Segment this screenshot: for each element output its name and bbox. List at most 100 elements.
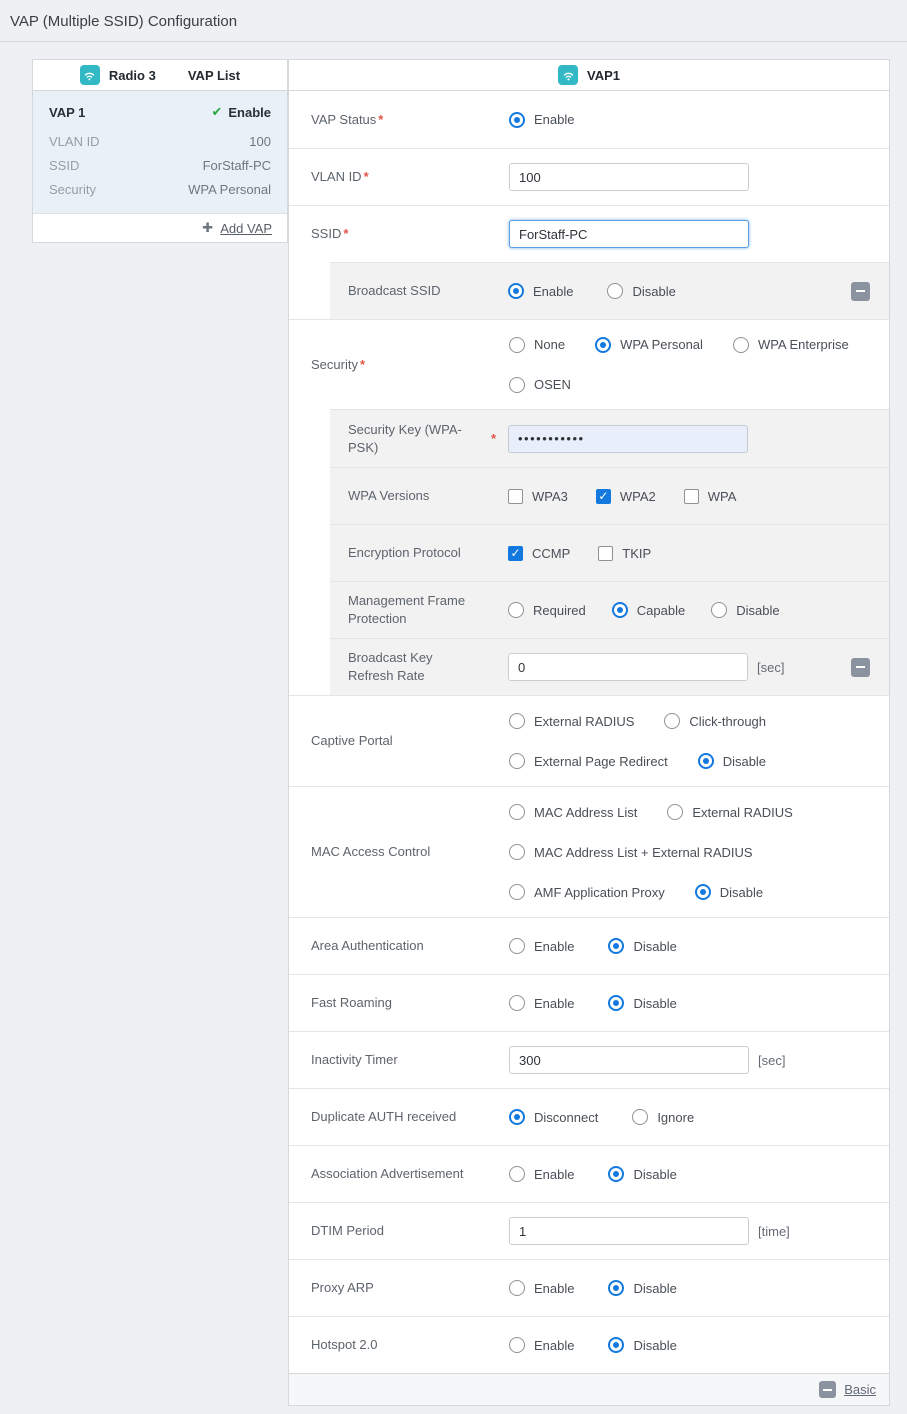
radio-option-disable[interactable]: Disable bbox=[607, 283, 675, 299]
radio-option-enable[interactable]: Enable bbox=[509, 938, 574, 954]
radio-unselected-icon bbox=[509, 1337, 525, 1353]
required-asterisk: * bbox=[343, 226, 348, 241]
required-asterisk: * bbox=[364, 169, 369, 184]
radio-option-required[interactable]: Required bbox=[508, 602, 586, 618]
radio-option-enable[interactable]: Enable bbox=[509, 1337, 574, 1353]
radio-selected-icon bbox=[608, 1166, 624, 1182]
row-association-advertisement: Association Advertisement Enable Disable bbox=[289, 1145, 889, 1202]
radio-unselected-icon bbox=[667, 804, 683, 820]
page-title-bar: VAP (Multiple SSID) Configuration bbox=[0, 0, 907, 41]
checkbox-option-tkip[interactable]: TKIP bbox=[598, 546, 651, 561]
row-vlan-id: VLAN ID* bbox=[289, 148, 889, 205]
radio-option-disable[interactable]: Disable bbox=[711, 602, 779, 618]
radio-selected-icon bbox=[608, 938, 624, 954]
vap-field-row: Security WPA Personal bbox=[49, 177, 271, 201]
radio-unselected-icon bbox=[509, 844, 525, 860]
radio-unselected-icon bbox=[607, 283, 623, 299]
radio-option-enable[interactable]: Enable bbox=[509, 1280, 574, 1296]
row-wpa-versions: WPA Versions WPA3 WPA2 WPA bbox=[289, 467, 889, 524]
radio-option-enable[interactable]: Enable bbox=[509, 1166, 574, 1182]
add-vap-link[interactable]: Add VAP bbox=[220, 221, 272, 236]
minus-icon bbox=[856, 666, 865, 668]
radio-option-disable[interactable]: Disable bbox=[608, 1166, 676, 1182]
broadcast-key-refresh-input[interactable] bbox=[508, 653, 748, 681]
radio-option-osen[interactable]: OSEN bbox=[509, 377, 571, 393]
required-asterisk: * bbox=[378, 112, 383, 127]
field-label: Duplicate AUTH received bbox=[289, 1108, 509, 1126]
collapse-button[interactable] bbox=[851, 282, 870, 301]
basic-link[interactable]: Basic bbox=[844, 1382, 876, 1397]
vlan-id-input[interactable] bbox=[509, 163, 749, 191]
field-label: VAP Status* bbox=[289, 111, 509, 129]
radio-option-disable[interactable]: Disable bbox=[608, 1337, 676, 1353]
radio-unselected-icon bbox=[509, 753, 525, 769]
checkbox-unchecked-icon bbox=[684, 489, 699, 504]
security-key-input[interactable] bbox=[508, 425, 748, 453]
radio-unselected-icon bbox=[509, 995, 525, 1011]
radio-option-mac-address-list[interactable]: MAC Address List bbox=[509, 804, 637, 820]
row-dtim-period: DTIM Period [time] bbox=[289, 1202, 889, 1259]
checkbox-option-wpa2[interactable]: WPA2 bbox=[596, 489, 656, 504]
unit-suffix: [time] bbox=[758, 1224, 790, 1239]
radio-unselected-icon bbox=[664, 713, 680, 729]
radio-option-disable[interactable]: Disable bbox=[695, 884, 763, 900]
radio-unselected-icon bbox=[509, 884, 525, 900]
radio-selected-icon bbox=[595, 337, 611, 353]
field-label: Fast Roaming bbox=[289, 994, 509, 1012]
radio-option-none[interactable]: None bbox=[509, 337, 565, 353]
inactivity-timer-input[interactable] bbox=[509, 1046, 749, 1074]
checkbox-option-ccmp[interactable]: CCMP bbox=[508, 546, 570, 561]
vap-status-text: Enable bbox=[228, 105, 271, 120]
radio-selected-icon bbox=[695, 884, 711, 900]
indent-spacer bbox=[289, 638, 330, 695]
radio-option-external-radius[interactable]: External RADIUS bbox=[667, 804, 792, 820]
row-broadcast-ssid: Broadcast SSID Enable Disable bbox=[289, 262, 889, 319]
row-captive-portal: Captive Portal External RADIUS Click-thr… bbox=[289, 695, 889, 786]
ssid-input[interactable] bbox=[509, 220, 749, 248]
radio-option-enable[interactable]: Enable bbox=[509, 112, 574, 128]
row-management-frame-protection: Management Frame Protection Required Cap… bbox=[289, 581, 889, 638]
field-label: Security Key (WPA-PSK) * bbox=[330, 421, 508, 456]
field-label: Security* bbox=[289, 356, 509, 374]
field-label: Inactivity Timer bbox=[289, 1051, 509, 1069]
radio-option-enable[interactable]: Enable bbox=[508, 283, 573, 299]
vap-field-row: SSID ForStaff-PC bbox=[49, 153, 271, 177]
radio-option-ignore[interactable]: Ignore bbox=[632, 1109, 694, 1125]
indent-spacer bbox=[289, 581, 330, 638]
row-security: Security* None WPA Personal WPA Enterpri… bbox=[289, 319, 889, 409]
vap-list-item[interactable]: VAP 1 ✔ Enable VLAN ID 100 SSID ForStaff… bbox=[33, 91, 287, 213]
radio-option-capable[interactable]: Capable bbox=[612, 602, 685, 618]
radio-option-disable[interactable]: Disable bbox=[608, 995, 676, 1011]
dtim-period-input[interactable] bbox=[509, 1217, 749, 1245]
radio-option-disconnect[interactable]: Disconnect bbox=[509, 1109, 598, 1125]
basic-collapse-button[interactable] bbox=[819, 1381, 836, 1398]
radio-option-click-through[interactable]: Click-through bbox=[664, 713, 766, 729]
row-security-key: Security Key (WPA-PSK) * bbox=[289, 409, 889, 467]
radio-option-enable[interactable]: Enable bbox=[509, 995, 574, 1011]
radio-option-wpa-enterprise[interactable]: WPA Enterprise bbox=[733, 337, 849, 353]
radio-option-disable[interactable]: Disable bbox=[608, 1280, 676, 1296]
field-label: Encryption Protocol bbox=[330, 544, 508, 562]
vap-name-row: VAP 1 ✔ Enable bbox=[49, 104, 271, 120]
radio-option-disable[interactable]: Disable bbox=[608, 938, 676, 954]
checkbox-option-wpa3[interactable]: WPA3 bbox=[508, 489, 568, 504]
collapse-button[interactable] bbox=[851, 658, 870, 677]
radio-option-external-radius[interactable]: External RADIUS bbox=[509, 713, 634, 729]
radio-option-disable[interactable]: Disable bbox=[698, 753, 766, 769]
row-vap-status: VAP Status* Enable bbox=[289, 91, 889, 148]
radio-option-mac-list-plus-radius[interactable]: MAC Address List + External RADIUS bbox=[509, 844, 753, 860]
radio-selected-icon bbox=[608, 1337, 624, 1353]
wifi-icon bbox=[558, 65, 578, 85]
row-proxy-arp: Proxy ARP Enable Disable bbox=[289, 1259, 889, 1316]
checkbox-option-wpa[interactable]: WPA bbox=[684, 489, 737, 504]
radio-option-amf-application-proxy[interactable]: AMF Application Proxy bbox=[509, 884, 665, 900]
row-fast-roaming: Fast Roaming Enable Disable bbox=[289, 974, 889, 1031]
vap1-form-panel: VAP1 VAP Status* Enable VLAN ID* bbox=[288, 59, 890, 1406]
field-label: Association Advertisement bbox=[289, 1165, 509, 1183]
checkbox-unchecked-icon bbox=[508, 489, 523, 504]
radio-option-external-page-redirect[interactable]: External Page Redirect bbox=[509, 753, 668, 769]
field-label: Area Authentication bbox=[289, 937, 509, 955]
radio-unselected-icon bbox=[508, 602, 524, 618]
radio-selected-icon bbox=[612, 602, 628, 618]
radio-option-wpa-personal[interactable]: WPA Personal bbox=[595, 337, 703, 353]
